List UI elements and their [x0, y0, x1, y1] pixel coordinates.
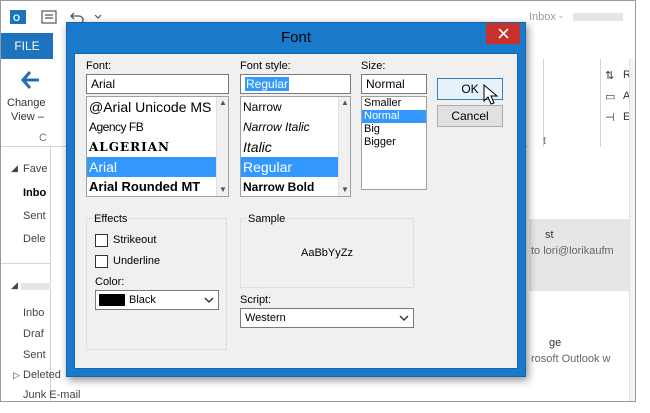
dialog-title: Font: [280, 29, 311, 46]
script-label: Script:: [240, 294, 272, 306]
list-item[interactable]: Narrow: [241, 97, 350, 117]
list-item[interactable]: Narrow Italic: [241, 117, 350, 137]
message-preview-line2: to lori@lorikaufm: [531, 245, 614, 257]
font-label: Font:: [86, 60, 112, 72]
list-item[interactable]: Bigger: [362, 136, 426, 149]
font-dialog: Font Font: Arial @Arial Unicode MS Agenc…: [66, 22, 526, 377]
strikeout-label[interactable]: Strikeout: [113, 234, 156, 246]
list-item[interactable]: Agency FB: [87, 117, 228, 137]
color-swatch: [99, 294, 125, 306]
sample-text: AaBbYyZz: [301, 247, 353, 259]
list-item[interactable]: Smaller: [362, 97, 426, 110]
chevron-down-icon[interactable]: ▼: [217, 184, 228, 196]
list-item[interactable]: Big: [362, 123, 426, 136]
chevron-down-icon: [399, 315, 409, 321]
nav-favorites-sent[interactable]: Sent: [23, 210, 46, 222]
folder-pane: ◢ Fave Inbo Sent Dele ◢ Inbo Draf Sent ▷…: [1, 147, 80, 401]
chevron-up-icon[interactable]: ▲: [217, 97, 228, 109]
dialog-body: Font: Arial @Arial Unicode MS Agency FB …: [74, 53, 518, 369]
chevron-down-icon: [204, 297, 214, 303]
ribbon-group-label: C: [39, 132, 47, 144]
color-select[interactable]: Black: [95, 290, 219, 310]
cancel-button[interactable]: Cancel: [437, 105, 503, 127]
close-icon: [498, 28, 509, 39]
ribbon-address-icon[interactable]: ▭: [605, 90, 615, 103]
chevron-up-icon[interactable]: ▲: [339, 97, 350, 109]
font-list-scrollbar[interactable]: ▲ ▼: [216, 97, 228, 196]
font-style-list-scrollbar[interactable]: ▲ ▼: [338, 97, 350, 196]
blurred-account-header: [21, 283, 51, 290]
effects-label: Effects: [92, 213, 130, 225]
font-list[interactable]: @Arial Unicode MS Agency FB ALGERIAN Ari…: [86, 96, 229, 197]
underline-checkbox[interactable]: [95, 255, 108, 268]
svg-text:O: O: [13, 13, 20, 23]
nav-drafts[interactable]: Draf: [23, 328, 44, 340]
expand-arrow-icon[interactable]: ▷: [13, 370, 20, 381]
chevron-down-icon[interactable]: ▼: [339, 184, 350, 196]
underline-label[interactable]: Underline: [113, 255, 160, 267]
nav-divider: [1, 263, 51, 264]
mouse-pointer-icon: [483, 84, 499, 105]
font-name-input[interactable]: Arial: [86, 74, 229, 94]
ribbon-export-icon[interactable]: ⊣: [605, 111, 615, 124]
window-title-fragment: Inbox -: [529, 11, 563, 23]
blurred-account-name: [573, 13, 623, 21]
strikeout-checkbox[interactable]: [95, 234, 108, 247]
selected-message-row[interactable]: st to lori@lorikaufm: [529, 219, 635, 291]
color-label: Color:: [95, 276, 125, 288]
font-style-input[interactable]: Regular: [240, 74, 351, 94]
sample-label: Sample: [246, 213, 288, 225]
send-receive-icon[interactable]: [41, 9, 57, 25]
collapse-arrow-icon[interactable]: ◢: [11, 280, 18, 291]
size-list[interactable]: Smaller Normal Big Bigger: [361, 96, 427, 190]
change-view-label-1[interactable]: Change: [7, 97, 46, 109]
nav-deleted[interactable]: Deleted: [23, 369, 61, 381]
nav-favorites-deleted[interactable]: Dele: [23, 233, 46, 245]
script-select-value: Western: [245, 312, 286, 324]
change-view-icon[interactable]: [15, 67, 41, 93]
message-preview-line3: ge: [549, 337, 562, 349]
list-item-selected[interactable]: Arial: [87, 157, 228, 177]
collapse-arrow-icon[interactable]: ◢: [11, 163, 18, 174]
nav-junk[interactable]: Junk E-mail: [23, 389, 80, 401]
change-view-label-2[interactable]: View –: [11, 111, 44, 123]
nav-sent[interactable]: Sent: [23, 349, 46, 361]
font-style-label: Font style:: [240, 60, 291, 72]
font-style-input-text: Regular: [245, 77, 290, 91]
font-style-list[interactable]: Narrow Narrow Italic Italic Regular Narr…: [240, 96, 351, 197]
script-select[interactable]: Western: [240, 308, 414, 328]
list-item-selected[interactable]: Regular: [241, 157, 350, 177]
file-tab[interactable]: FILE: [1, 33, 53, 59]
favorites-header[interactable]: Fave: [23, 163, 47, 175]
list-item[interactable]: Arial Rounded MT: [87, 177, 228, 196]
ribbon-blank-group: [543, 59, 601, 147]
nav-inbox[interactable]: Inbo: [23, 307, 44, 319]
list-item[interactable]: @Arial Unicode MS: [87, 97, 228, 117]
list-item[interactable]: Italic: [241, 137, 350, 157]
message-preview-line1: st: [545, 229, 554, 241]
message-preview-line4: rosoft Outlook w: [531, 353, 611, 365]
outlook-app-icon: O: [10, 10, 26, 24]
nav-favorites-inbox[interactable]: Inbo: [23, 187, 46, 199]
list-item-selected[interactable]: Normal: [362, 110, 426, 123]
color-select-value: Black: [129, 294, 156, 306]
window-scrollbar[interactable]: [629, 59, 635, 401]
size-label: Size:: [361, 60, 386, 72]
close-button[interactable]: [486, 23, 520, 44]
list-item[interactable]: Narrow Bold: [241, 177, 350, 196]
ribbon-reply-icon[interactable]: ⇅: [605, 69, 614, 82]
size-input[interactable]: Normal: [361, 74, 427, 94]
ribbon-group-label-right: t: [543, 135, 547, 147]
list-item[interactable]: ALGERIAN: [87, 137, 228, 157]
